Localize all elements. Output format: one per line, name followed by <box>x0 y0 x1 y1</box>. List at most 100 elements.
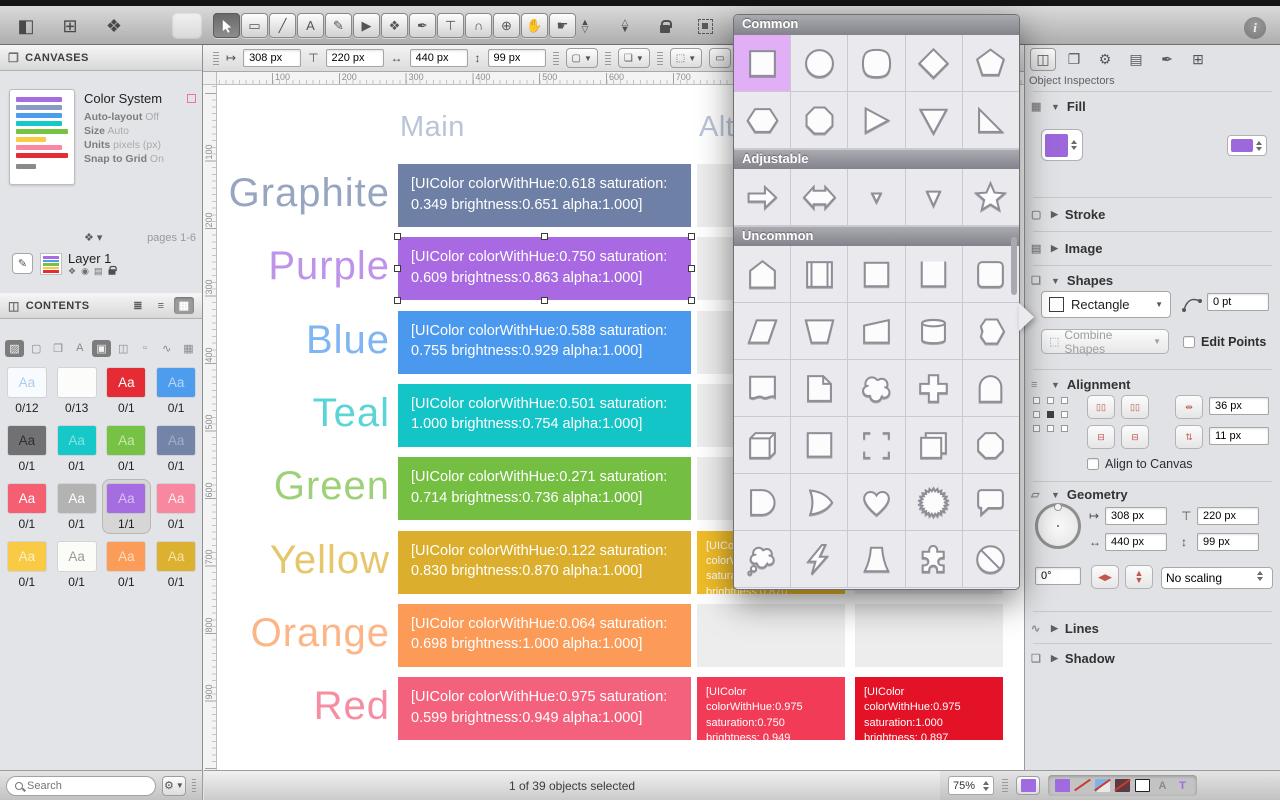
space-horizontal-button[interactable]: ⇹ <box>1175 395 1203 419</box>
canvas-object-graphite-main[interactable]: [UIColor colorWithHue:0.618 saturation: … <box>398 164 691 227</box>
magnet-tool[interactable]: ∩ <box>465 13 492 38</box>
shape-thought-cloud[interactable] <box>734 531 790 587</box>
sidebar-toggle-icon[interactable]: ◧ <box>12 14 40 38</box>
fill-disclosure[interactable]: ▼ <box>1051 102 1060 112</box>
current-style-button[interactable] <box>1016 776 1040 795</box>
canvas-object-yellow-main[interactable]: [UIColor colorWithHue:0.122 saturation: … <box>398 531 691 594</box>
shapes-disclosure[interactable]: ▼ <box>1051 276 1060 286</box>
x-position-field[interactable] <box>243 49 301 67</box>
alignment-anchor-dot[interactable] <box>1033 425 1040 432</box>
tab-object-inspectors[interactable]: ◫ <box>1030 48 1056 71</box>
alignment-anchor-dot[interactable] <box>1047 425 1054 432</box>
shape-diamond[interactable] <box>906 35 962 91</box>
canvas-object-green-main[interactable]: [UIColor colorWithHue:0.271 saturation: … <box>398 457 691 520</box>
layers-dropdown[interactable]: ❖ ▾ <box>84 231 102 244</box>
shape-square[interactable] <box>734 35 790 91</box>
geometry-width-field[interactable] <box>1105 533 1167 551</box>
layer-lock-icon[interactable] <box>109 269 116 275</box>
shape-cylinder[interactable] <box>906 303 962 359</box>
style-swatch[interactable]: Aa0/1 <box>151 479 201 534</box>
alignment-anchor-dot[interactable] <box>1061 425 1068 432</box>
shape-star[interactable] <box>963 169 1019 225</box>
diagram-tool[interactable]: ❖ <box>381 13 408 38</box>
image-filter-icon[interactable]: ▣ <box>92 340 111 357</box>
align-horizontal-button[interactable]: ▯▯ <box>1087 395 1115 419</box>
selection-handle[interactable] <box>688 233 695 240</box>
all-styles-icon[interactable]: ▨ <box>5 340 24 357</box>
help-button[interactable]: i <box>1244 17 1266 39</box>
stroke-section-header[interactable]: ▢ ▶ Stroke <box>1031 207 1105 222</box>
shape-seal[interactable] <box>906 474 962 530</box>
stroke-style-swatch[interactable] <box>1135 779 1150 792</box>
action-browse-tool[interactable]: ▶ <box>353 13 380 38</box>
width-field[interactable] <box>410 49 468 67</box>
search-options-button[interactable]: ⚙ ▼ <box>162 776 186 796</box>
style-swatch[interactable]: Aa0/12 <box>2 363 52 418</box>
align-center-v-button[interactable]: ⊟ <box>1121 425 1149 449</box>
selection-handle[interactable] <box>541 297 548 304</box>
bar-grip[interactable] <box>657 52 663 65</box>
shape-wave-rect[interactable] <box>734 360 790 416</box>
geometry-y-field[interactable] <box>1197 507 1259 525</box>
shape-circle[interactable] <box>791 35 847 91</box>
style-swatch[interactable]: 0/13 <box>52 363 102 418</box>
shadow-style-swatch[interactable] <box>1115 779 1130 792</box>
v-spacing-field[interactable] <box>1209 427 1269 445</box>
canvas-layers-icon[interactable]: ❖ <box>100 14 128 38</box>
stroke-filter-icon[interactable]: ❐ <box>49 340 68 357</box>
shape-note[interactable] <box>791 360 847 416</box>
style-swatch[interactable]: Aa0/1 <box>102 537 152 592</box>
shape-tool[interactable]: ▭ <box>241 13 268 38</box>
statusbar-grip[interactable] <box>1002 779 1008 792</box>
alignment-anchor-dot[interactable] <box>1061 411 1068 418</box>
text-filter-icon[interactable]: A <box>70 340 89 357</box>
shape-cloud[interactable] <box>848 360 904 416</box>
lock-icon[interactable] <box>650 14 680 38</box>
geometry-disclosure[interactable]: ▼ <box>1051 490 1060 500</box>
bar-grip[interactable] <box>553 52 559 65</box>
no-stroke-swatch[interactable] <box>1075 779 1090 792</box>
shape-square-open-top[interactable] <box>906 246 962 302</box>
canvas-object-red-alt1[interactable]: [UIColor colorWithHue:0.975 saturation:0… <box>697 677 845 740</box>
alignment-anchor-dot[interactable] <box>1033 397 1040 404</box>
style-swatch[interactable]: Aa1/1 <box>102 479 152 534</box>
stroke-width-stepper[interactable]: ▭ <box>709 48 730 68</box>
shape-style-dropdown[interactable]: ❏ ▼ <box>618 48 650 68</box>
shape-square-sidebars[interactable] <box>791 246 847 302</box>
shape-triangle-down[interactable] <box>906 92 962 148</box>
shadow-disclosure[interactable]: ▶ <box>1051 653 1058 664</box>
popover-scrollbar[interactable] <box>1011 237 1017 295</box>
tab-canvas[interactable]: ▤ <box>1123 48 1149 71</box>
selection-handle[interactable] <box>688 297 695 304</box>
geometry-height-field[interactable] <box>1197 533 1259 551</box>
tab-grid[interactable]: ⊞ <box>1185 48 1211 71</box>
align-to-canvas-checkbox[interactable] <box>1087 458 1099 470</box>
corner-radius-field[interactable] <box>1207 293 1269 311</box>
shape-heart[interactable] <box>848 474 904 530</box>
space-vertical-button[interactable]: ⇅ <box>1175 425 1203 449</box>
style-swatch[interactable]: Aa0/1 <box>52 421 102 476</box>
canvas-object-teal-main[interactable]: [UIColor colorWithHue:0.501 saturation: … <box>398 384 691 447</box>
add-canvas-icon[interactable]: ⊞ <box>56 14 84 38</box>
y-position-field[interactable] <box>326 49 384 67</box>
view-grid-button[interactable]: ▦ <box>174 297 194 314</box>
shape-parallelogram[interactable] <box>734 303 790 359</box>
shape-triangle-right[interactable] <box>848 92 904 148</box>
fill-filter-icon[interactable]: ▢ <box>27 340 46 357</box>
text-tool[interactable]: A <box>297 13 324 38</box>
line-tool[interactable]: ╱ <box>269 13 296 38</box>
shape-skewed-rect[interactable] <box>848 303 904 359</box>
align-vertical-button[interactable]: ⊟ <box>1087 425 1115 449</box>
view-outline-button[interactable]: ≡ <box>151 297 171 314</box>
fill-color-well[interactable] <box>1041 129 1083 161</box>
search-input[interactable] <box>27 780 169 792</box>
shape-arrow-right[interactable] <box>734 169 790 225</box>
fill-color-stepper[interactable] <box>1071 140 1077 150</box>
shape-cross[interactable] <box>906 360 962 416</box>
shape-cooling-tower[interactable] <box>848 531 904 587</box>
style-swatch[interactable]: Aa0/1 <box>52 537 102 592</box>
selection-handle[interactable] <box>394 233 401 240</box>
layer-visibility-icon[interactable]: ◉ <box>81 266 89 277</box>
shape-d-shape[interactable] <box>734 474 790 530</box>
font-style-swatch[interactable]: A <box>1155 779 1170 792</box>
